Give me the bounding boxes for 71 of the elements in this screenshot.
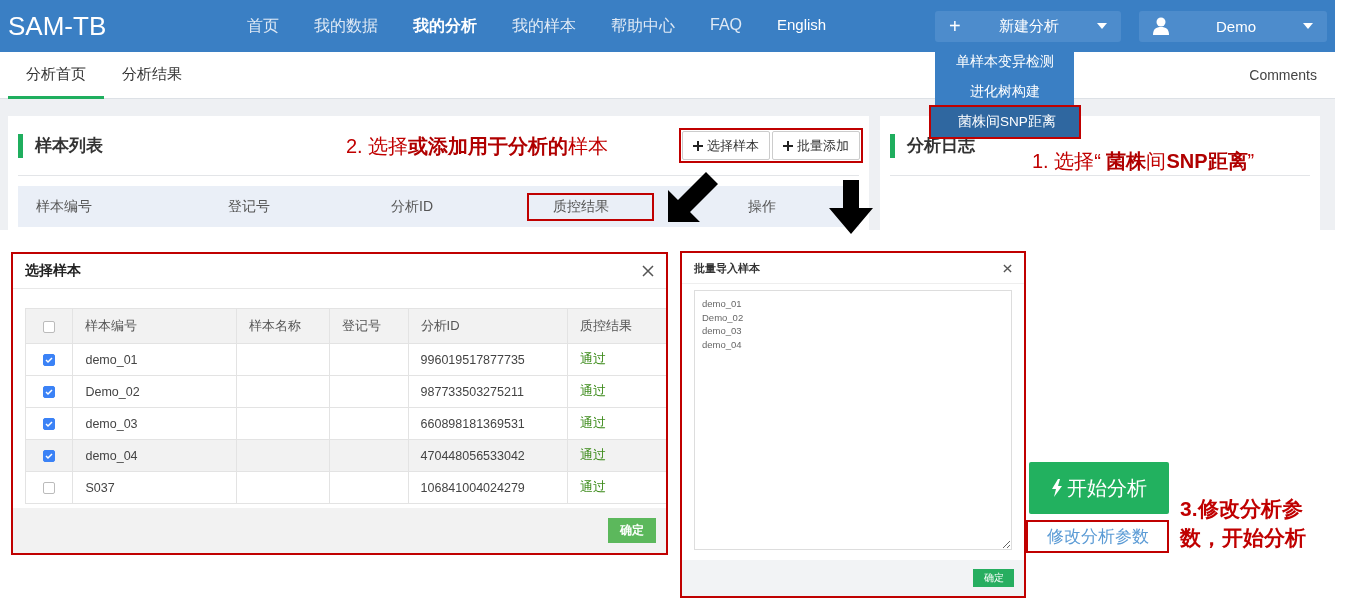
arrow-icon [829, 180, 873, 234]
table-cell: S037 [72, 471, 237, 504]
nav-link[interactable]: 首页 [247, 15, 279, 37]
annotation-text: 1. 选择“ 菌株间SNP距离” [1032, 149, 1255, 174]
toolbar-button[interactable]: 批量添加 [772, 131, 861, 160]
close-icon[interactable] [1003, 263, 1012, 273]
menu-item[interactable]: 菌株间SNP距离 [931, 106, 1079, 137]
confirm-button[interactable]: 确定 [608, 518, 656, 543]
checkbox[interactable] [43, 386, 56, 399]
table-cell: 660898181369531 [408, 407, 568, 440]
table-row[interactable]: demo_04 470448056533042 通过 [25, 439, 666, 472]
confirm-button[interactable]: 确定 [973, 569, 1014, 587]
sample-list-textarea[interactable]: demo_01 Demo_02 demo_03 demo_04 [694, 290, 1012, 550]
caret-icon [1097, 23, 1107, 29]
table-row[interactable]: S037 106841004024279 通过 [25, 471, 666, 504]
panel-title: 样本列表 [35, 135, 103, 157]
checkbox[interactable] [43, 450, 56, 463]
menu-item[interactable]: 进化树构建 [935, 76, 1074, 107]
column-header: 分析ID [391, 196, 434, 216]
checkbox[interactable] [43, 354, 56, 367]
dialog-title: 选择样本 [25, 262, 81, 280]
checkbox[interactable] [43, 418, 56, 431]
column-header: 分析ID [408, 308, 568, 344]
column-header: 样本名称 [236, 308, 330, 344]
start-analysis-button[interactable]: 开始分析 [1029, 462, 1169, 514]
table-row[interactable]: Demo_02 987733503275211 通过 [25, 375, 666, 408]
nav-link[interactable]: 我的分析 [413, 15, 477, 37]
table-cell: 106841004024279 [408, 471, 568, 504]
plus-icon [693, 140, 704, 151]
column-header: 操作 [748, 196, 776, 216]
nav-link[interactable]: 我的数据 [314, 15, 378, 37]
column-header: 登记号 [329, 308, 409, 344]
app-logo[interactable]: SAM-TB [8, 10, 247, 42]
table-cell: demo_03 [72, 407, 237, 440]
annotation-text: 2. 选择或添加用于分析的样本 [346, 134, 609, 159]
edit-parameters-link[interactable]: 修改分析参数 [1026, 520, 1169, 553]
close-icon[interactable] [642, 265, 654, 277]
annotation-text: 3.修改分析参数，开始分析 [1180, 496, 1307, 551]
toolbar-button[interactable]: 选择样本 [682, 131, 771, 160]
column-header: 质控结果 [529, 194, 652, 219]
table-cell: Demo_02 [72, 375, 237, 408]
arrow-icon [666, 170, 720, 224]
table-cell: 987733503275211 [408, 375, 568, 408]
user-menu-button[interactable]: Demo [1139, 10, 1327, 42]
table-cell: 470448056533042 [408, 439, 568, 472]
accent-bar [890, 133, 896, 158]
nav-link[interactable]: FAQ [710, 15, 742, 37]
caret-icon [1303, 23, 1313, 29]
column-header: 样本编号 [36, 196, 93, 216]
checkbox[interactable] [43, 482, 56, 495]
table-cell: 通过 [567, 439, 666, 472]
comments-link[interactable]: Comments [1249, 67, 1317, 83]
dialog-title: 批量导入样本 [694, 260, 760, 276]
table-cell: demo_01 [72, 343, 237, 376]
column-header: 质控结果 [567, 308, 666, 344]
user-icon [1153, 17, 1169, 35]
nav-link[interactable]: 帮助中心 [611, 15, 675, 37]
table-row[interactable]: demo_01 996019517877735 通过 [25, 343, 666, 376]
table-row[interactable]: demo_03 660898181369531 通过 [25, 407, 666, 440]
plus-icon [783, 140, 794, 151]
menu-item[interactable]: 单样本变异检测 [935, 46, 1074, 77]
column-header: 登记号 [228, 196, 271, 216]
nav-link[interactable]: English [777, 15, 827, 37]
table-cell: demo_04 [72, 439, 237, 472]
table-cell: 996019517877735 [408, 343, 568, 376]
nav-link[interactable]: 我的样本 [512, 15, 576, 37]
tab[interactable]: 分析结果 [104, 52, 200, 99]
column-header: 样本编号 [72, 308, 237, 344]
accent-bar [18, 133, 23, 158]
lightning-icon [1051, 479, 1062, 497]
checkbox[interactable] [43, 321, 56, 334]
